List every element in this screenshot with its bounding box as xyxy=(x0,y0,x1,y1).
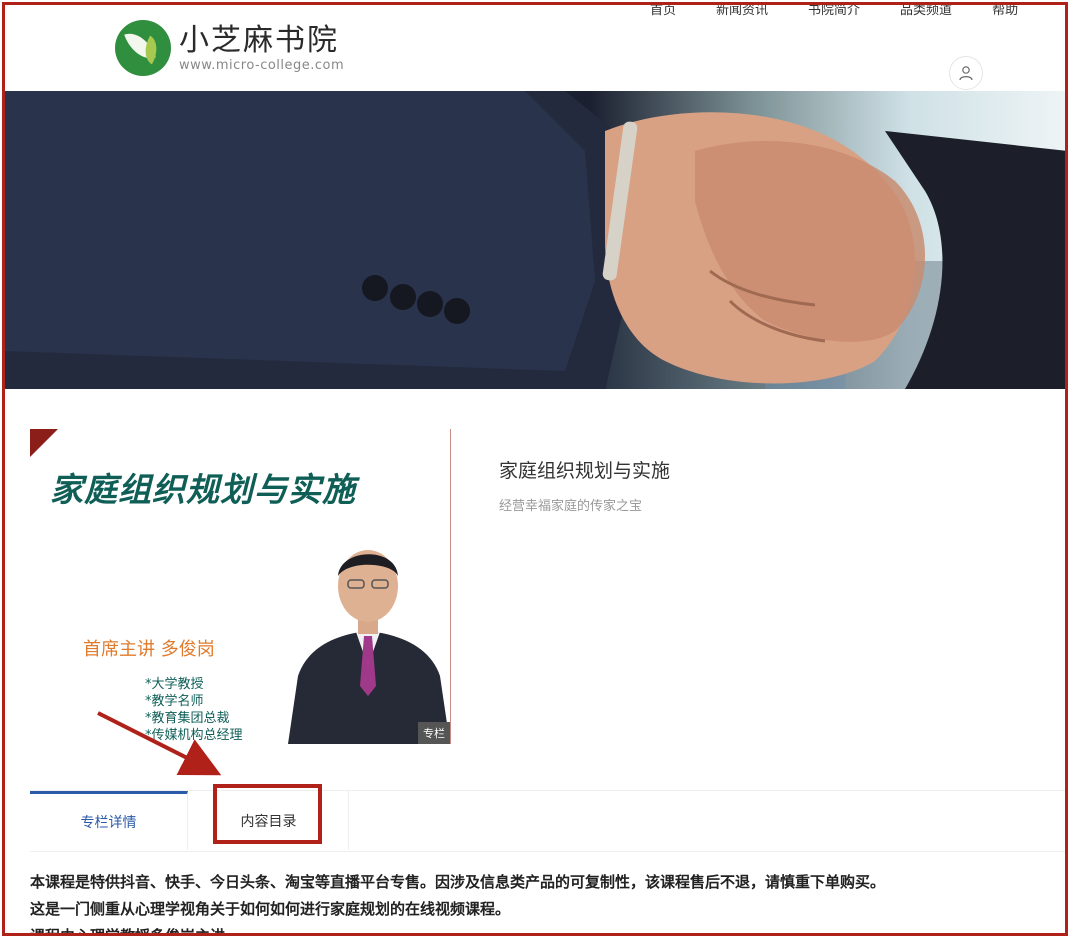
page: 小芝麻书院 www.micro-college.com 首页 新闻资讯 书院简介… xyxy=(5,5,1068,935)
annotation-arrow xyxy=(97,711,222,776)
